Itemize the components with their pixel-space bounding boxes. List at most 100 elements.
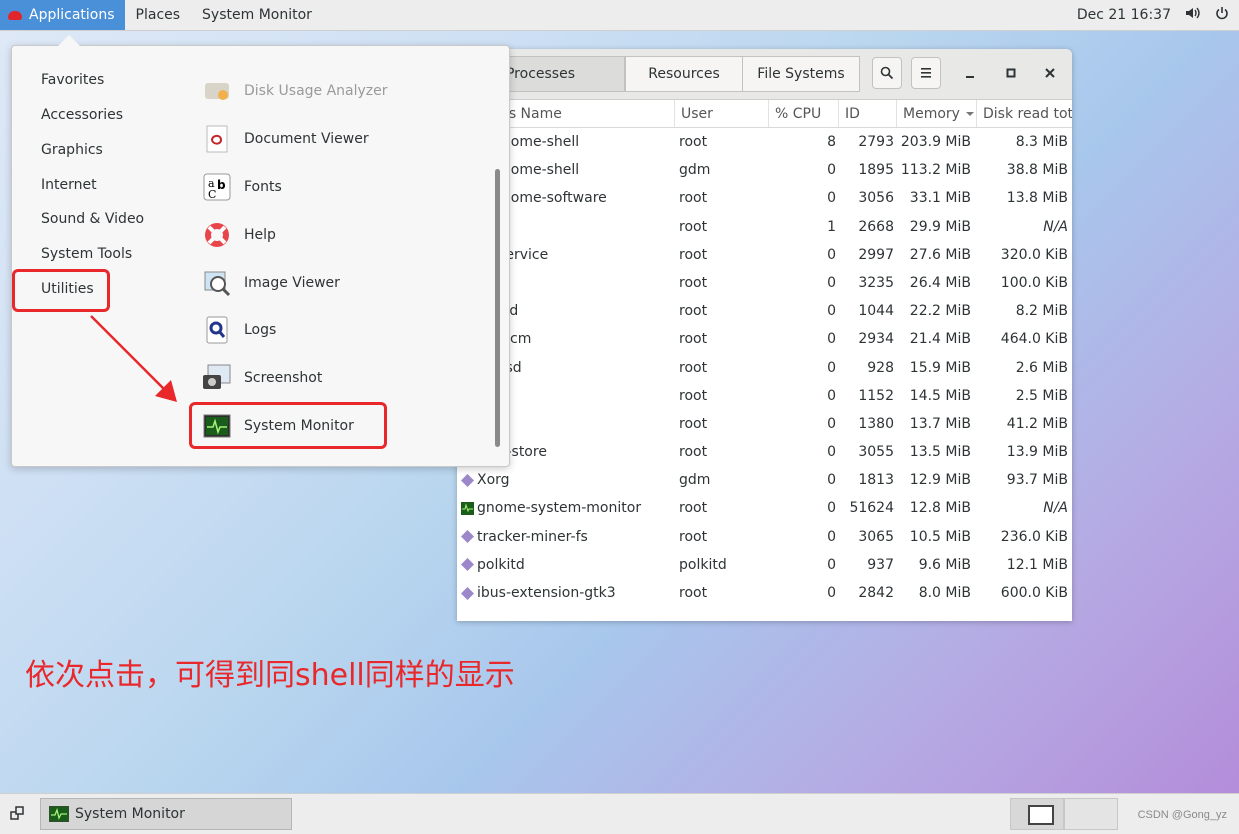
cell-text: 0 [827,472,836,489]
cell-text: 14.5 MiB [909,387,971,404]
cell-id: 2997 [839,241,894,269]
workspace-1[interactable] [1010,798,1064,830]
category-favorites[interactable]: Favorites [41,72,104,88]
cell-mem: 27.6 MiB [897,241,971,269]
column-disk-read[interactable]: Disk read total [977,100,1072,127]
cell-disk: 2.5 MiB [977,382,1068,410]
cell-name: d [493,269,703,297]
cell-text: polkitd [477,556,525,573]
cell-text: root [679,500,708,517]
cell-name: d [493,382,703,410]
cell-disk: 13.8 MiB [977,184,1068,212]
cell-id: 928 [839,354,894,382]
maximize-button[interactable] [996,57,1026,89]
cell-disk: 8.3 MiB [977,128,1068,156]
category-system-tools[interactable]: System Tools [41,246,132,262]
volume-icon[interactable] [1185,6,1201,24]
app-document-viewer[interactable]: Document Viewer [202,119,369,159]
cell-text: 8.0 MiB [918,585,971,601]
column-header-row: Process Name User % CPU ID Memory Disk r… [457,100,1072,128]
cell-disk: 8.2 MiB [977,297,1068,325]
hamburger-icon [921,68,931,78]
table-row[interactable]: ibus-extension-gtk3 root 0 2842 8.0 MiB 600.0… [457,579,1072,607]
table-row[interactable]: alldroot 0 1044 22.2 MiB 8.2 MiB [457,297,1072,325]
applications-menu-button[interactable]: Applications [0,0,125,30]
tab-file-systems[interactable]: File Systems [742,56,860,92]
category-accessories[interactable]: Accessories [41,107,123,123]
column-id[interactable]: ID [839,100,897,127]
app-screenshot[interactable]: Screenshot [202,358,322,398]
cell-text: 2.6 MiB [1015,359,1068,376]
cell-text: gdm [679,472,711,489]
table-row[interactable]: tracker-miner-fs root 0 3065 10.5 MiB 236.0 K… [457,523,1072,551]
table-row[interactable]: gnome-shell gdm 0 1895 113.2 MiB 38.8 MiB [457,156,1072,184]
cell-text: 100.0 KiB [1000,274,1068,291]
app-help[interactable]: Help [202,215,276,255]
places-menu-button[interactable]: Places [125,0,192,30]
table-row[interactable]: polkitd polkitd 0 937 9.6 MiB 12.1 MiB [457,551,1072,579]
cell-text: 13.9 MiB [1006,444,1068,461]
table-row[interactable]: droot 0 1152 14.5 MiB 2.5 MiB [457,382,1072,410]
table-row[interactable]: er-store root 0 3055 13.5 MiB 13.9 MiB [457,438,1072,466]
cell-mem: 15.9 MiB [897,354,971,382]
cell-id: 3065 [839,523,894,551]
active-app-menu[interactable]: System Monitor [191,0,323,30]
table-row[interactable]: droot 0 3235 26.4 MiB 100.0 KiB [457,269,1072,297]
column-memory[interactable]: Memory [897,100,977,127]
cell-user: root [679,523,769,551]
workspace-2[interactable] [1064,798,1118,830]
cell-user: root [679,213,769,241]
cell-user: root [679,438,769,466]
app-fonts[interactable]: abC Fonts [202,167,282,207]
search-button[interactable] [872,57,902,89]
process-icon [461,473,474,487]
power-icon[interactable] [1215,6,1229,24]
app-disk-usage-analyzer[interactable]: Disk Usage Analyzer [202,71,388,111]
table-row[interactable]: gnome-shell root 8 2793 203.9 MiB 8.3 MiB [457,128,1072,156]
taskbar-system-monitor[interactable]: System Monitor [40,798,292,830]
table-row[interactable]: -service root 0 2997 27.6 MiB 320.0 KiB [457,241,1072,269]
table-row[interactable]: 1kcm root 0 2934 21.4 MiB 464.0 KiB [457,325,1072,353]
table-row[interactable]: gnome-system-monitor root 0 51624 12.8 MiB N/… [457,494,1072,522]
table-row[interactable]: Xorg gdm 0 1813 12.9 MiB 93.7 MiB [457,466,1072,494]
cell-name: gnome-shell [493,128,703,156]
cell-name: er-store [493,438,703,466]
tab-resources[interactable]: Resources [625,56,743,92]
system-monitor-window: Processes Resources File Systems Process… [457,49,1072,621]
cell-text: 3055 [858,444,894,461]
app-logs[interactable]: Logs [202,310,276,350]
main-menu-button[interactable] [911,57,941,89]
app-image-viewer[interactable]: Image Viewer [202,263,340,303]
show-desktop-icon[interactable] [10,805,26,825]
applications-label: Applications [29,7,115,23]
cell-text: 0 [827,246,836,263]
table-row[interactable]: gnome-software root 0 3056 33.1 MiB 13.8 MiB [457,184,1072,212]
category-graphics[interactable]: Graphics [41,142,103,158]
cell-id: 937 [839,551,894,579]
close-button[interactable] [1035,57,1065,89]
cell-mem: 12.9 MiB [897,466,971,494]
cell-disk: 12.1 MiB [977,551,1068,579]
cell-text: 113.2 MiB [900,162,971,179]
cell-name: tracker-miner-fs [461,523,671,551]
cell-id: 1152 [839,382,894,410]
cell-disk: 93.7 MiB [977,466,1068,494]
cell-text: N/A [1043,218,1068,235]
cell-id: 51624 [839,494,894,522]
category-sound-video[interactable]: Sound & Video [41,211,144,227]
column-cpu[interactable]: % CPU [769,100,839,127]
clock[interactable]: Dec 21 16:37 [1077,7,1171,23]
table-row[interactable]: root 1 2668 29.9 MiB N/A [457,213,1072,241]
table-row[interactable]: tdroot 0 1380 13.7 MiB 41.2 MiB [457,410,1072,438]
cell-text: root [679,585,708,601]
minimize-button[interactable] [955,57,985,89]
cell-text: root [679,415,708,432]
process-list: gnome-shell root 8 2793 203.9 MiB 8.3 MiB gnom… [457,128,1072,607]
column-user[interactable]: User [675,100,769,127]
category-internet[interactable]: Internet [41,177,97,193]
cell-text: root [679,331,708,348]
table-row[interactable]: olsdroot 0 928 15.9 MiB 2.6 MiB [457,354,1072,382]
menu-scrollbar[interactable] [495,169,500,447]
svg-text:b: b [217,178,226,192]
cell-text: 8.2 MiB [1015,303,1068,320]
